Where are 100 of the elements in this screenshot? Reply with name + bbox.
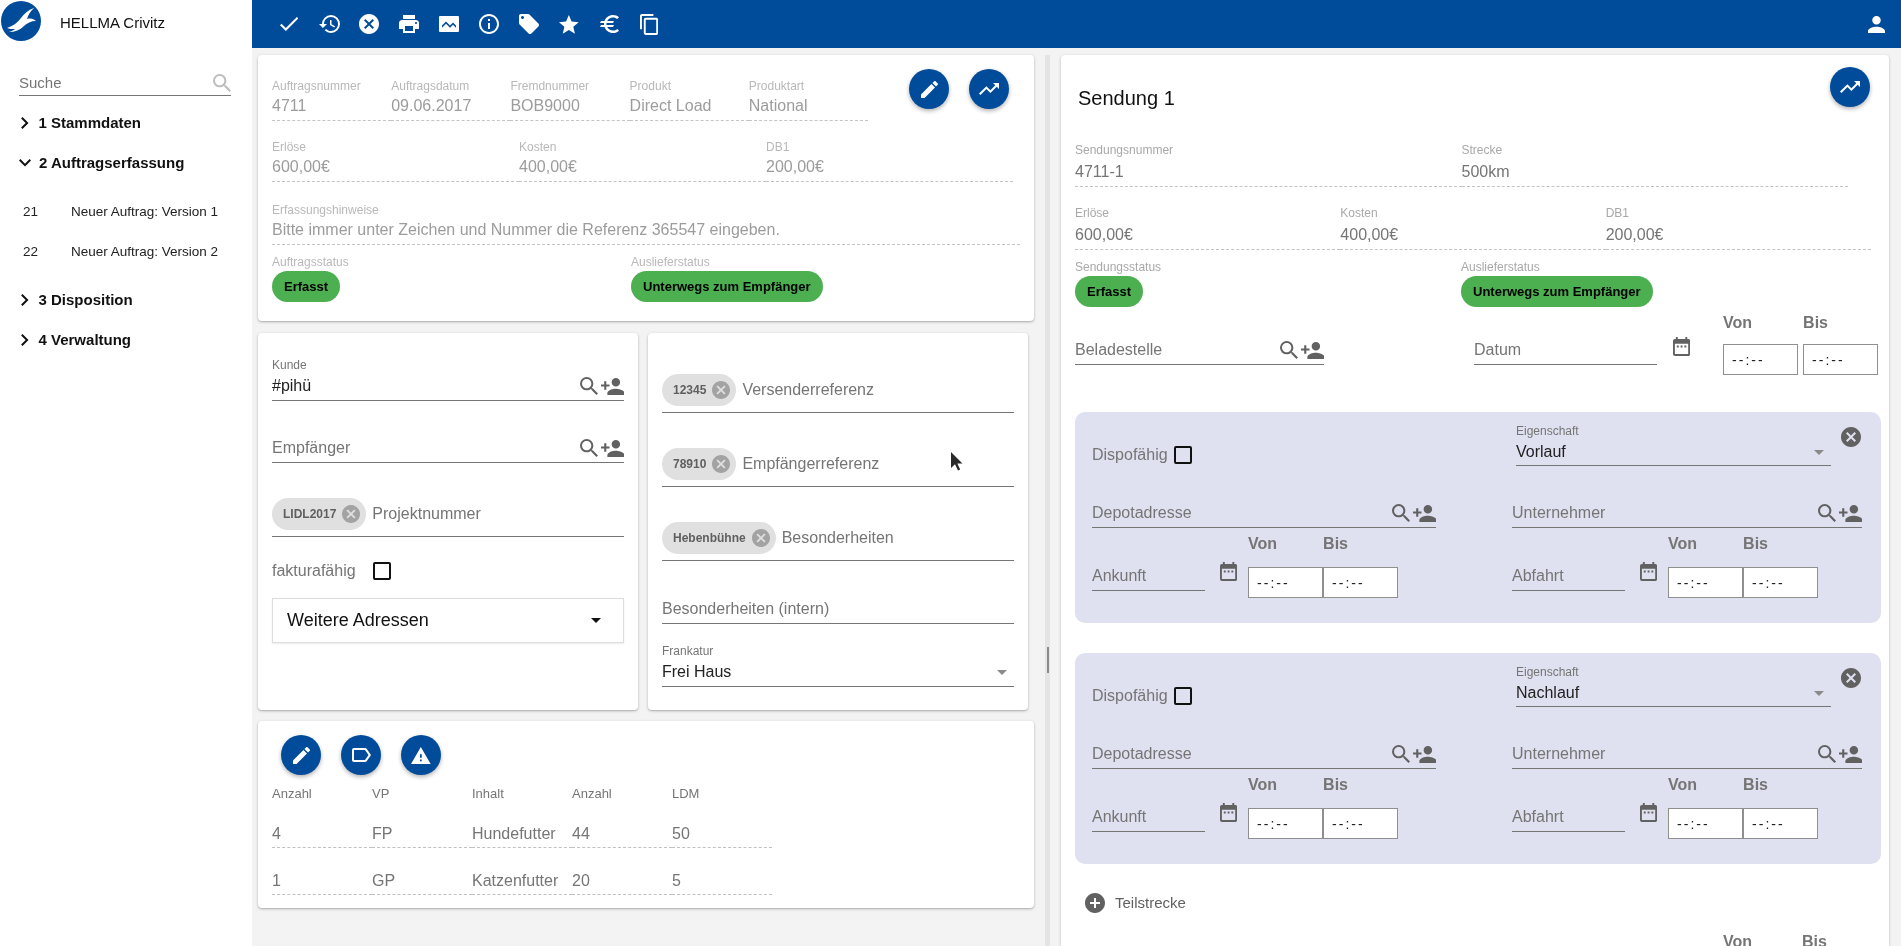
time-field[interactable]: --:-- [1668, 808, 1744, 839]
field-label: Auftragsnummer [272, 79, 362, 93]
time-field[interactable]: --:-- [1248, 808, 1324, 839]
cancel-icon[interactable] [359, 14, 379, 34]
depot-field[interactable]: Depotadresse [1092, 743, 1392, 765]
calendar-icon[interactable] [1673, 337, 1691, 356]
date-field[interactable]: Datum [1474, 339, 1657, 361]
caret-icon[interactable] [1814, 449, 1824, 455]
column-header: Anzahl [272, 786, 372, 801]
time-field[interactable]: --:-- [1743, 567, 1819, 598]
add-leg-button[interactable]: Teilstrecke [1085, 893, 1186, 913]
edit-button[interactable] [281, 735, 321, 775]
info-icon[interactable] [479, 14, 499, 34]
trend-button[interactable] [969, 69, 1009, 109]
contractor-field[interactable]: Unternehmer [1512, 502, 1818, 524]
arrival-field[interactable]: Ankunft [1092, 565, 1205, 587]
caret-icon[interactable] [1814, 690, 1824, 696]
departure-field[interactable]: Abfahrt [1512, 806, 1625, 828]
field-label: Produkt [629, 79, 672, 93]
field-label: Kunde [272, 358, 308, 372]
reference-field[interactable]: Besonderheiten (intern) [662, 598, 1014, 620]
project-tag[interactable]: LIDL2017 [272, 498, 367, 530]
table-cell: 44 [572, 801, 672, 848]
add-person-icon[interactable] [1412, 504, 1436, 522]
table-cell: Hundefutter [472, 801, 572, 848]
nav-item[interactable]: 4 Verwaltung [0, 320, 252, 360]
add-person-icon[interactable] [1838, 745, 1862, 763]
nav-item[interactable]: 2 Auftragserfassung [0, 143, 252, 183]
reference-tag[interactable]: Hebenbühne [662, 522, 776, 554]
search-icon[interactable] [1391, 504, 1410, 522]
check-icon[interactable] [279, 17, 299, 31]
time-field[interactable]: --:-- [1668, 567, 1744, 598]
nav-item[interactable]: 3 Disposition [0, 280, 252, 320]
time-field[interactable]: --:-- [1803, 344, 1879, 375]
edit-button[interactable] [909, 69, 949, 109]
time-field[interactable]: --:-- [1248, 567, 1324, 598]
dispo-checkbox[interactable] [1173, 687, 1192, 705]
field-value: 4711 [272, 96, 308, 116]
image-icon[interactable] [439, 16, 459, 32]
customer-field[interactable]: #pihü [272, 375, 580, 397]
caret-icon[interactable] [997, 669, 1007, 675]
departure-field[interactable]: Abfahrt [1512, 565, 1625, 587]
field-value: Bitte immer unter Zeichen und Nummer die Referenz 365547 eingeben. [272, 220, 781, 240]
field-label: DB1 [766, 140, 791, 154]
franking-select[interactable]: Frankatur Frei Haus [662, 644, 1014, 687]
recipient-field[interactable]: Empfänger [272, 437, 580, 459]
time-field[interactable]: --:-- [1743, 808, 1819, 839]
project-field[interactable]: Projektnummer [372, 503, 624, 525]
nav-item[interactable]: 1 Stammdaten [0, 103, 252, 143]
search-icon[interactable] [1391, 745, 1410, 763]
reference-field[interactable]: Empfängerreferenz [742, 453, 1014, 475]
invoiceable-checkbox[interactable] [372, 562, 391, 580]
copy-icon[interactable] [639, 13, 659, 35]
label-button[interactable] [341, 735, 381, 775]
calendar-icon[interactable] [1640, 562, 1658, 581]
search-icon[interactable] [579, 377, 598, 395]
close-icon[interactable] [1841, 427, 1861, 447]
calendar-icon[interactable] [1220, 803, 1238, 822]
contractor-field[interactable]: Unternehmer [1512, 743, 1818, 765]
print-icon[interactable] [399, 15, 419, 33]
time-label: Bis [1323, 775, 1349, 795]
euro-icon[interactable] [599, 15, 619, 33]
more-addresses-dropdown[interactable]: Weitere Adressen [272, 598, 624, 643]
star-icon[interactable] [559, 14, 579, 34]
reference-field[interactable]: Besonderheiten [781, 527, 1014, 549]
tag-icon[interactable] [519, 14, 539, 34]
depot-field[interactable]: Depotadresse [1092, 502, 1392, 524]
reference-tag[interactable]: 12345 [662, 374, 737, 406]
grip-icon[interactable] [1046, 647, 1049, 673]
field-value: 400,00€ [1340, 225, 1400, 245]
add-person-icon[interactable] [1838, 504, 1862, 522]
add-person-icon[interactable] [1412, 745, 1436, 763]
calendar-icon[interactable] [1220, 562, 1238, 581]
nav-subitem[interactable]: 22 Neuer Auftrag: Version 2 [0, 232, 252, 272]
history-icon[interactable] [318, 15, 340, 33]
trend-button[interactable] [1830, 67, 1870, 107]
time-field[interactable]: --:-- [1723, 344, 1799, 375]
field-value: 200,00€ [766, 157, 825, 177]
search-icon[interactable] [1817, 504, 1836, 522]
add-person-icon[interactable] [1300, 341, 1324, 359]
search-icon[interactable] [1817, 745, 1836, 763]
warning-button[interactable] [401, 735, 441, 775]
calendar-icon[interactable] [1640, 803, 1658, 822]
add-person-icon[interactable] [600, 439, 624, 457]
add-person-icon[interactable] [600, 377, 624, 395]
close-icon[interactable] [1841, 668, 1861, 688]
arrival-field[interactable]: Ankunft [1092, 806, 1205, 828]
dispo-checkbox[interactable] [1173, 446, 1192, 464]
loading-place-field[interactable]: Beladestelle [1075, 339, 1280, 361]
nav-subitem[interactable]: 21 Neuer Auftrag: Version 1 [0, 192, 252, 232]
property-select[interactable]: Eigenschaft Nachlauf [1516, 665, 1831, 707]
search-icon[interactable] [579, 439, 598, 457]
search-field[interactable]: Suche [19, 73, 213, 93]
reference-field[interactable]: Versenderreferenz [742, 379, 1014, 401]
time-field[interactable]: --:-- [1323, 567, 1399, 598]
time-field[interactable]: --:-- [1323, 808, 1399, 839]
search-icon[interactable] [1279, 341, 1298, 359]
user-icon[interactable] [1868, 15, 1885, 33]
property-select[interactable]: Eigenschaft Vorlauf [1516, 424, 1831, 466]
reference-tag[interactable]: 78910 [662, 448, 737, 480]
